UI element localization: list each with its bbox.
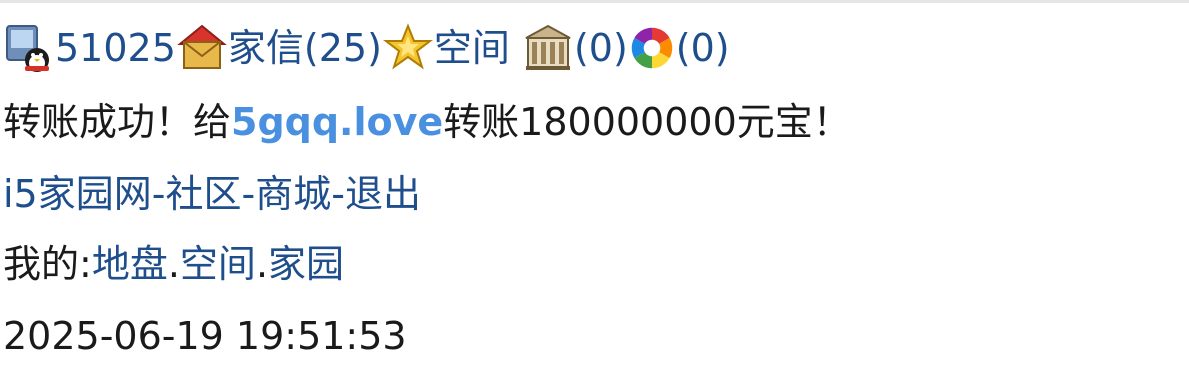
- nav-bar: i5家园网 - 社区 - 商城 - 退出: [3, 166, 421, 222]
- transfer-message: 转账成功！给 5gqq.love 转账180000000元宝！: [3, 94, 851, 150]
- nav-home-link[interactable]: i5家园网: [3, 166, 152, 222]
- message-prefix: 转账成功！给: [3, 100, 232, 144]
- dot-separator: .: [167, 242, 180, 286]
- recipient-name: 5gqq.love: [231, 100, 444, 144]
- user-id-link[interactable]: 51025: [55, 20, 176, 76]
- building-icon: [522, 22, 574, 74]
- nav-community-link[interactable]: 社区: [165, 166, 241, 222]
- house-mail-icon: [176, 22, 228, 74]
- my-home-link[interactable]: 家园: [268, 236, 344, 292]
- my-land-link[interactable]: 地盘: [92, 236, 168, 292]
- nav-separator: -: [241, 172, 256, 216]
- my-label: 我的:: [3, 242, 92, 286]
- my-links: 我的: 地盘 . 空间 . 家园: [3, 236, 344, 292]
- recipient-link[interactable]: 5gqq.love: [231, 94, 443, 150]
- nav-separator: -: [151, 172, 166, 216]
- message-suffix: 转账180000000元宝！: [443, 100, 851, 144]
- mail-count: (25): [303, 26, 382, 70]
- qq-penguin-computer-icon: [3, 22, 55, 74]
- building-count-link[interactable]: (0): [574, 20, 628, 76]
- space-link[interactable]: 空间: [434, 20, 510, 76]
- mail-label: 家信: [227, 26, 304, 70]
- status-bar: 51025 家信(25) 空间 (0) (0): [3, 20, 730, 76]
- mail-link[interactable]: 家信(25): [228, 20, 382, 76]
- my-space-link[interactable]: 空间: [180, 236, 256, 292]
- nav-logout-link[interactable]: 退出: [345, 166, 421, 222]
- photo-count-link[interactable]: (0): [676, 20, 730, 76]
- top-divider: [0, 0, 1189, 3]
- timestamp: 2025-06-19 19:51:53: [3, 314, 407, 358]
- star-icon: [382, 22, 434, 74]
- nav-mall-link[interactable]: 商城: [255, 166, 331, 222]
- aperture-icon: [628, 24, 676, 72]
- dot-separator: .: [255, 242, 269, 286]
- nav-separator: -: [331, 172, 345, 216]
